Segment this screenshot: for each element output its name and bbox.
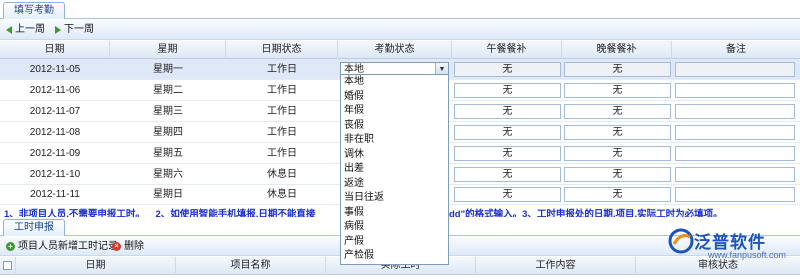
option-local[interactable]: 本地 xyxy=(341,75,448,90)
day-status-cell: 工作日 xyxy=(267,148,297,159)
lunch-field[interactable]: 无 xyxy=(454,104,561,119)
day-status-cell: 工作日 xyxy=(267,85,297,96)
option-maternity-leave[interactable]: 产假 xyxy=(341,235,448,250)
date-cell: 2012-11-11 xyxy=(30,189,80,200)
tab-fill-attendance[interactable]: 填写考勤 xyxy=(3,2,65,19)
dinner-field[interactable]: 无 xyxy=(564,187,671,202)
logo-url: www.fanpusoft.com xyxy=(708,250,787,260)
lunch-field[interactable]: 无 xyxy=(454,83,561,98)
option-same-day-trip[interactable]: 当日往返 xyxy=(341,191,448,206)
next-week-label: 下一周 xyxy=(64,24,94,35)
dinner-field[interactable]: 无 xyxy=(564,83,671,98)
lunch-field[interactable]: 无 xyxy=(454,167,561,182)
lunch-field[interactable]: 无 xyxy=(454,187,561,202)
date-cell: 2012-11-10 xyxy=(29,169,81,180)
dinner-field[interactable]: 无 xyxy=(564,146,671,161)
dinner-field[interactable]: 无 xyxy=(564,167,671,182)
delete-icon: × xyxy=(112,242,121,251)
col-work-content[interactable]: 工作内容 xyxy=(476,257,636,275)
option-business-trip[interactable]: 出差 xyxy=(341,162,448,177)
dinner-field[interactable]: 无 xyxy=(564,104,671,119)
date-cell: 2012-11-09 xyxy=(29,148,81,159)
option-personal-leave[interactable]: 事假 xyxy=(341,206,448,221)
date-cell: 2012-11-07 xyxy=(29,106,81,117)
dinner-field[interactable]: 无 xyxy=(564,62,671,77)
add-icon: + xyxy=(6,242,15,251)
dinner-field[interactable]: 无 xyxy=(564,125,671,140)
option-marriage-leave[interactable]: 婚假 xyxy=(341,90,448,105)
col-weekday[interactable]: 星期 xyxy=(110,41,226,59)
attendance-grid-header: 日期 星期 日期状态 考勤状态 午餐餐补 晚餐餐补 备注 xyxy=(0,41,800,59)
col-lunch[interactable]: 午餐餐补 xyxy=(452,41,562,59)
next-week-button[interactable]: 下一周 xyxy=(55,20,94,40)
select-all-checkbox[interactable] xyxy=(0,257,16,275)
date-cell: 2012-11-05 xyxy=(29,64,81,75)
col-day-status[interactable]: 日期状态 xyxy=(226,41,338,59)
day-status-cell: 工作日 xyxy=(267,64,297,75)
attendance-dropdown[interactable]: 本地 婚假 年假 丧假 非在职 调休 出差 返途 当日往返 事假 病假 产假 产… xyxy=(340,74,449,265)
note-field[interactable] xyxy=(675,167,795,182)
note-field[interactable] xyxy=(675,62,795,77)
date-cell: 2012-11-08 xyxy=(29,127,81,138)
option-funeral-leave[interactable]: 丧假 xyxy=(341,119,448,134)
day-status-cell: 工作日 xyxy=(267,127,297,138)
delete-label: 删除 xyxy=(124,241,144,252)
weekday-cell: 星期六 xyxy=(153,169,183,180)
weekday-cell: 星期二 xyxy=(153,85,183,96)
week-nav-toolbar: 上一周 下一周 xyxy=(0,20,800,40)
day-status-cell: 工作日 xyxy=(267,106,297,117)
lunch-field[interactable]: 无 xyxy=(454,146,561,161)
option-annual-leave[interactable]: 年假 xyxy=(341,104,448,119)
lunch-field[interactable]: 无 xyxy=(454,125,561,140)
option-return-trip[interactable]: 返途 xyxy=(341,177,448,192)
note-field[interactable] xyxy=(675,104,795,119)
note-field[interactable] xyxy=(675,125,795,140)
option-not-employed[interactable]: 非在职 xyxy=(341,133,448,148)
weekday-cell: 星期一 xyxy=(153,64,183,75)
prev-week-button[interactable]: 上一周 xyxy=(6,20,45,40)
logo-mark-icon xyxy=(668,228,694,254)
day-status-cell: 休息日 xyxy=(267,189,297,200)
col-note[interactable]: 备注 xyxy=(672,41,800,59)
lunch-field[interactable]: 无 xyxy=(454,62,561,77)
weekday-cell: 星期日 xyxy=(153,189,183,200)
arrow-left-icon xyxy=(6,26,12,34)
option-sick-leave[interactable]: 病假 xyxy=(341,220,448,235)
note-field[interactable] xyxy=(675,83,795,98)
weekday-cell: 星期四 xyxy=(153,127,183,138)
weekday-cell: 星期三 xyxy=(153,106,183,117)
col-work-date[interactable]: 日期 xyxy=(16,257,176,275)
tab-work-hours[interactable]: 工时申报 xyxy=(3,219,65,236)
col-dinner[interactable]: 晚餐餐补 xyxy=(562,41,672,59)
note-field[interactable] xyxy=(675,146,795,161)
delete-button[interactable]: × 删除 xyxy=(112,237,144,256)
weekday-cell: 星期五 xyxy=(153,148,183,159)
col-attendance[interactable]: 考勤状态 xyxy=(338,41,452,59)
col-date[interactable]: 日期 xyxy=(0,41,110,59)
col-project-name[interactable]: 项目名称 xyxy=(176,257,326,275)
option-prenatal-leave[interactable]: 产检假 xyxy=(341,249,448,264)
day-status-cell: 休息日 xyxy=(267,169,297,180)
option-day-off[interactable]: 调休 xyxy=(341,148,448,163)
top-tabstrip: 填写考勤 xyxy=(0,0,800,19)
date-cell: 2012-11-06 xyxy=(29,85,81,96)
prev-week-label: 上一周 xyxy=(15,24,45,35)
note-field[interactable] xyxy=(675,187,795,202)
arrow-right-icon xyxy=(55,26,61,34)
brand-logo: 泛普软件 www.fanpusoft.com xyxy=(668,226,796,270)
add-work-record-label: 项目人员新增工时记录 xyxy=(18,241,118,252)
add-work-record-button[interactable]: + 项目人员新增工时记录 xyxy=(6,237,118,256)
